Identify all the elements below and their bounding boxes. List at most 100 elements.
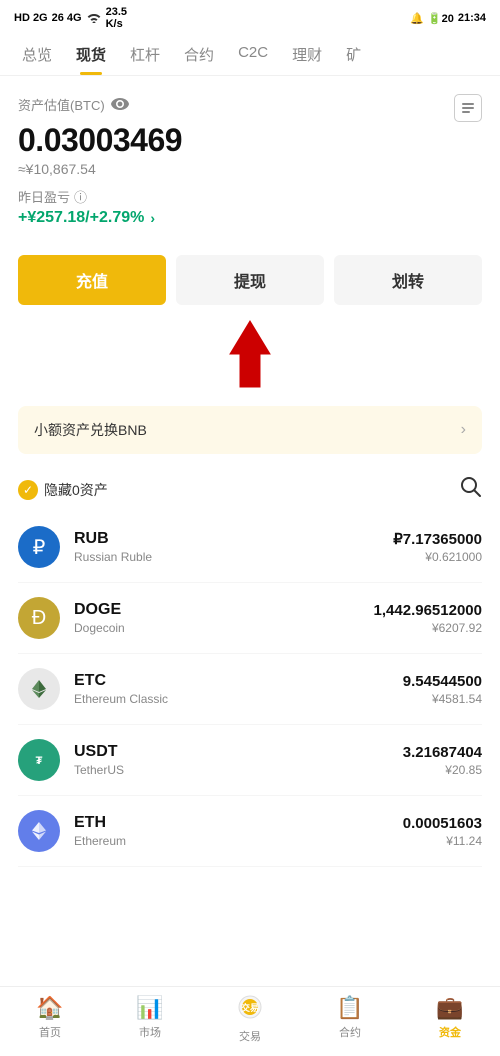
- coin-balance-etc: 9.54544500 ¥4581.54: [403, 673, 482, 706]
- svg-text:交易: 交易: [241, 1002, 259, 1013]
- home-icon: 🏠: [36, 995, 63, 1021]
- coin-cny: ¥20.85: [403, 763, 482, 777]
- coin-balance-usdt: 3.21687404 ¥20.85: [403, 744, 482, 777]
- coin-info-usdt: USDT TetherUS: [74, 743, 403, 777]
- market-icon: 📊: [136, 995, 163, 1021]
- nav-market[interactable]: 📊 市场: [115, 995, 185, 1044]
- list-item[interactable]: Ð DOGE Dogecoin 1,442.96512000 ¥6207.92: [18, 583, 482, 654]
- rub-icon: ₽: [18, 526, 60, 568]
- coin-name: Ethereum: [74, 834, 403, 848]
- coin-symbol: ETH: [74, 814, 403, 832]
- tab-finance[interactable]: 理财: [280, 34, 334, 75]
- nav-home[interactable]: 🏠 首页: [15, 995, 85, 1044]
- coin-cny: ¥11.24: [403, 834, 482, 848]
- alarm-icon: 🔔: [410, 12, 424, 25]
- coin-amount: ₽7.17365000: [393, 530, 482, 548]
- trade-icon: 交易: [238, 995, 262, 1025]
- tab-mining[interactable]: 矿: [334, 34, 373, 75]
- coin-info-rub: RUB Russian Ruble: [74, 530, 393, 564]
- coin-amount: 9.54544500: [403, 673, 482, 690]
- coin-amount: 3.21687404: [403, 744, 482, 761]
- futures-icon: 📋: [336, 995, 363, 1021]
- tab-contract[interactable]: 合约: [172, 34, 226, 75]
- network-indicator: HD 2G: [14, 12, 48, 24]
- tab-c2c[interactable]: C2C: [226, 34, 280, 75]
- nav-market-label: 市场: [139, 1024, 161, 1040]
- coin-symbol: RUB: [74, 530, 393, 548]
- wifi-icon: [86, 11, 102, 26]
- signal-4g: 26 4G: [52, 12, 82, 24]
- tab-spot[interactable]: 现货: [64, 34, 118, 75]
- nav-futures-label: 合约: [339, 1024, 361, 1040]
- usdt-icon: ₮: [18, 739, 60, 781]
- asset-cny-value: ≈¥10,867.54: [18, 161, 482, 177]
- coin-balance-eth: 0.00051603 ¥11.24: [403, 815, 482, 848]
- small-assets-banner[interactable]: 小额资产兑换BNB ›: [18, 406, 482, 454]
- record-icon[interactable]: [454, 94, 482, 122]
- coin-cny: ¥0.621000: [393, 550, 482, 564]
- nav-assets-label: 资金: [439, 1024, 461, 1040]
- small-assets-chevron: ›: [461, 421, 466, 439]
- asset-list: ₽ RUB Russian Ruble ₽7.17365000 ¥0.62100…: [0, 512, 500, 867]
- coin-info-eth: ETH Ethereum: [74, 814, 403, 848]
- eth-icon: [18, 810, 60, 852]
- tab-leverage[interactable]: 杠杆: [118, 34, 172, 75]
- deposit-button[interactable]: 充值: [18, 255, 166, 305]
- nav-assets[interactable]: 💼 资金: [415, 995, 485, 1044]
- etc-icon: [18, 668, 60, 710]
- coin-info-etc: ETC Ethereum Classic: [74, 672, 403, 706]
- coin-cny: ¥4581.54: [403, 692, 482, 706]
- list-item[interactable]: ₮ USDT TetherUS 3.21687404 ¥20.85: [18, 725, 482, 796]
- asset-btc-value: 0.03003469: [18, 122, 482, 159]
- asset-section: 资产估值(BTC) 0.03003469 ≈¥10,867.54 昨日盈亏 ⓘ: [0, 76, 500, 241]
- coin-cny: ¥6207.92: [374, 621, 482, 635]
- small-assets-label: 小额资产兑换BNB: [34, 420, 147, 440]
- coin-amount: 0.00051603: [403, 815, 482, 832]
- coin-name: Ethereum Classic: [74, 692, 403, 706]
- nav-home-label: 首页: [39, 1024, 61, 1040]
- coin-symbol: DOGE: [74, 601, 374, 619]
- coin-balance-doge: 1,442.96512000 ¥6207.92: [374, 602, 482, 635]
- red-up-arrow: [225, 319, 275, 396]
- bottom-nav: 🏠 首页 📊 市场 交易 交易 📋 合约 💼 资金: [0, 986, 500, 1056]
- status-bar: HD 2G 26 4G 23.5K/s 🔔 🔋20 21:34: [0, 0, 500, 34]
- yesterday-profit-label: 昨日盈亏 ⓘ: [18, 187, 482, 206]
- svg-text:₮: ₮: [36, 755, 43, 767]
- top-nav: 总览 现货 杠杆 合约 C2C 理财 矿: [0, 34, 500, 76]
- check-icon: ✓: [18, 480, 38, 500]
- withdraw-button[interactable]: 提现: [176, 255, 324, 305]
- list-item[interactable]: ETH Ethereum 0.00051603 ¥11.24: [18, 796, 482, 867]
- list-item[interactable]: ₽ RUB Russian Ruble ₽7.17365000 ¥0.62100…: [18, 512, 482, 583]
- nav-trade[interactable]: 交易 交易: [215, 995, 285, 1044]
- main-content: 资产估值(BTC) 0.03003469 ≈¥10,867.54 昨日盈亏 ⓘ: [0, 76, 500, 947]
- coin-name: Russian Ruble: [74, 550, 393, 564]
- speed-indicator: 23.5K/s: [106, 6, 127, 30]
- info-icon: ⓘ: [74, 187, 87, 206]
- assets-icon: 💼: [436, 995, 463, 1021]
- nav-futures[interactable]: 📋 合约: [315, 995, 385, 1044]
- hide-zero-assets[interactable]: ✓ 隐藏0资产: [18, 480, 108, 500]
- nav-trade-label: 交易: [239, 1028, 261, 1044]
- arrow-annotation: [0, 319, 500, 396]
- coin-symbol: USDT: [74, 743, 403, 761]
- search-button[interactable]: [460, 476, 482, 504]
- asset-label: 资产估值(BTC): [18, 95, 129, 114]
- filter-row: ✓ 隐藏0资产: [0, 464, 500, 512]
- status-left: HD 2G 26 4G 23.5K/s: [14, 6, 127, 30]
- coin-balance-rub: ₽7.17365000 ¥0.621000: [393, 530, 482, 564]
- status-right: 🔔 🔋20 21:34: [410, 12, 486, 25]
- time-display: 21:34: [458, 12, 486, 24]
- tab-overview[interactable]: 总览: [10, 34, 64, 75]
- action-buttons: 充值 提现 划转: [18, 255, 482, 305]
- eye-icon[interactable]: [111, 95, 129, 113]
- profit-value[interactable]: +¥257.18/+2.79% ›: [18, 209, 482, 227]
- coin-amount: 1,442.96512000: [374, 602, 482, 619]
- coin-info-doge: DOGE Dogecoin: [74, 601, 374, 635]
- transfer-button[interactable]: 划转: [334, 255, 482, 305]
- profit-chevron: ›: [150, 210, 155, 226]
- battery-icon: 🔋20: [428, 12, 454, 25]
- coin-symbol: ETC: [74, 672, 403, 690]
- list-item[interactable]: ETC Ethereum Classic 9.54544500 ¥4581.54: [18, 654, 482, 725]
- coin-name: Dogecoin: [74, 621, 374, 635]
- coin-name: TetherUS: [74, 763, 403, 777]
